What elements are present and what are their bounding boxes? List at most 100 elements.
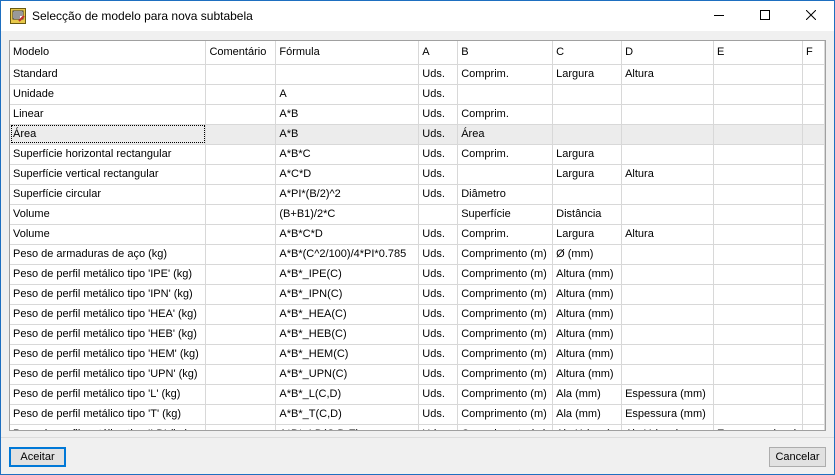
table-cell[interactable]: Distância bbox=[552, 204, 623, 225]
table-cell[interactable] bbox=[621, 324, 715, 345]
table-cell[interactable]: A*C*D bbox=[275, 164, 420, 185]
table-cell[interactable]: (B+B1)/2*C bbox=[275, 204, 420, 225]
table-cell[interactable] bbox=[621, 204, 715, 225]
table-cell[interactable] bbox=[713, 384, 803, 405]
table-cell[interactable] bbox=[713, 264, 803, 285]
table-cell[interactable] bbox=[205, 384, 277, 405]
table-cell[interactable]: Comprim. bbox=[457, 64, 554, 85]
table-cell[interactable]: Altura (mm) bbox=[552, 324, 623, 345]
close-button[interactable] bbox=[788, 1, 834, 31]
table-cell[interactable]: Largura bbox=[552, 144, 623, 165]
table-cell[interactable]: Espessura (mm) bbox=[621, 404, 715, 425]
table-cell[interactable]: Comprimento (m) bbox=[457, 264, 554, 285]
table-cell[interactable] bbox=[418, 204, 459, 225]
table-cell[interactable]: Unidade bbox=[10, 84, 207, 105]
column-header-modelo[interactable]: Modelo bbox=[10, 41, 207, 65]
table-cell[interactable] bbox=[205, 64, 277, 85]
table-row[interactable]: Área A*B Uds. Área bbox=[10, 124, 825, 145]
table-cell[interactable] bbox=[713, 84, 803, 105]
column-header-a[interactable]: A bbox=[418, 41, 459, 65]
table-cell[interactable] bbox=[552, 104, 623, 125]
table-cell[interactable] bbox=[713, 104, 803, 125]
table-cell[interactable]: Uds. bbox=[418, 424, 459, 430]
table-cell[interactable]: Peso de armaduras de aço (kg) bbox=[10, 244, 207, 265]
table-cell[interactable]: Uds. bbox=[418, 84, 459, 105]
table-cell[interactable]: A bbox=[275, 84, 420, 105]
table-cell[interactable] bbox=[802, 304, 825, 325]
table-cell[interactable]: Comprimento (m) bbox=[457, 424, 554, 430]
column-header-d[interactable]: D bbox=[621, 41, 715, 65]
column-header-formula[interactable]: Fórmula bbox=[275, 41, 420, 65]
table-cell[interactable] bbox=[802, 164, 825, 185]
table-cell[interactable] bbox=[802, 284, 825, 305]
table-cell[interactable] bbox=[205, 284, 277, 305]
table-cell[interactable]: Uds. bbox=[418, 184, 459, 205]
title-bar[interactable]: Selecção de modelo para nova subtabela bbox=[1, 1, 834, 31]
table-cell[interactable] bbox=[802, 424, 825, 430]
table-cell[interactable] bbox=[205, 424, 277, 430]
table-cell[interactable] bbox=[713, 124, 803, 145]
table-cell[interactable]: Volume bbox=[10, 224, 207, 245]
table-cell[interactable] bbox=[713, 164, 803, 185]
table-cell[interactable] bbox=[552, 124, 623, 145]
table-cell[interactable]: A*B*_IPE(C) bbox=[275, 264, 420, 285]
table-cell[interactable] bbox=[621, 184, 715, 205]
table-cell[interactable]: A*B*_IPN(C) bbox=[275, 284, 420, 305]
table-cell[interactable]: Ala (mm) bbox=[552, 404, 623, 425]
table-cell[interactable]: Uds. bbox=[418, 344, 459, 365]
table-cell[interactable]: Uds. bbox=[418, 104, 459, 125]
table-cell[interactable]: Comprimento (m) bbox=[457, 244, 554, 265]
table-row[interactable]: Volume (B+B1)/2*C Superfície Distância bbox=[10, 204, 825, 225]
table-cell[interactable]: Comprimento (m) bbox=[457, 304, 554, 325]
table-cell[interactable] bbox=[205, 204, 277, 225]
table-cell[interactable]: Comprim. bbox=[457, 144, 554, 165]
table-cell[interactable] bbox=[621, 244, 715, 265]
table-cell[interactable] bbox=[713, 304, 803, 325]
column-header-c[interactable]: C bbox=[552, 41, 623, 65]
table-cell[interactable] bbox=[802, 184, 825, 205]
table-cell[interactable]: A*B*(C^2/100)/4*PI*0.785 bbox=[275, 244, 420, 265]
table-row[interactable]: Volume A*B*C*D Uds. Comprim. Largura Altura bbox=[10, 224, 825, 245]
table-cell[interactable]: A*B*_LD(C,D,E) bbox=[275, 424, 420, 430]
table-cell[interactable]: Standard bbox=[10, 64, 207, 85]
table-cell[interactable]: Peso de perfil metálico tipo 'IPN' (kg) bbox=[10, 284, 207, 305]
table-cell[interactable]: A*B*_UPN(C) bbox=[275, 364, 420, 385]
table-cell[interactable]: A*B*_HEA(C) bbox=[275, 304, 420, 325]
table-cell[interactable] bbox=[205, 164, 277, 185]
table-cell[interactable] bbox=[713, 404, 803, 425]
table-cell[interactable]: Uds. bbox=[418, 144, 459, 165]
table-cell[interactable]: Comprim. bbox=[457, 224, 554, 245]
table-cell[interactable]: Área bbox=[457, 124, 554, 145]
table-cell[interactable] bbox=[205, 84, 277, 105]
table-row[interactable]: Peso de perfil metálico tipo 'HEB' (kg) A… bbox=[10, 324, 825, 345]
table-cell[interactable]: Diâmetro bbox=[457, 184, 554, 205]
table-cell[interactable] bbox=[621, 364, 715, 385]
table-cell[interactable]: Ala (mm) bbox=[552, 384, 623, 405]
table-cell[interactable]: Altura (mm) bbox=[552, 364, 623, 385]
table-cell[interactable]: Altura bbox=[621, 64, 715, 85]
table-cell[interactable]: Peso de perfil metálico tipo 'HEB' (kg) bbox=[10, 324, 207, 345]
table-cell[interactable]: Altura bbox=[621, 224, 715, 245]
table-cell[interactable] bbox=[205, 244, 277, 265]
table-cell[interactable] bbox=[802, 264, 825, 285]
table-cell[interactable]: Uds. bbox=[418, 64, 459, 85]
table-cell[interactable] bbox=[205, 304, 277, 325]
table-cell[interactable]: Superfície vertical rectangular bbox=[10, 164, 207, 185]
table-cell[interactable]: Uds. bbox=[418, 244, 459, 265]
table-cell[interactable]: Altura (mm) bbox=[552, 284, 623, 305]
table-cell[interactable]: Uds. bbox=[418, 364, 459, 385]
table-cell[interactable] bbox=[713, 224, 803, 245]
table-cell[interactable]: Uds. bbox=[418, 304, 459, 325]
table-cell[interactable] bbox=[802, 104, 825, 125]
table-cell[interactable]: Peso de perfil metálico tipo 'HEM' (kg) bbox=[10, 344, 207, 365]
table-cell[interactable]: A*B bbox=[275, 124, 420, 145]
table-cell[interactable] bbox=[621, 124, 715, 145]
table-cell[interactable] bbox=[621, 284, 715, 305]
table-cell[interactable]: Espessura (mm) bbox=[621, 384, 715, 405]
table-cell[interactable] bbox=[205, 344, 277, 365]
table-cell[interactable] bbox=[802, 224, 825, 245]
table-cell[interactable]: Comprimento (m) bbox=[457, 404, 554, 425]
table-cell[interactable] bbox=[457, 84, 554, 105]
table-cell[interactable] bbox=[802, 84, 825, 105]
table-cell[interactable]: Ala X (mm) bbox=[552, 424, 623, 430]
